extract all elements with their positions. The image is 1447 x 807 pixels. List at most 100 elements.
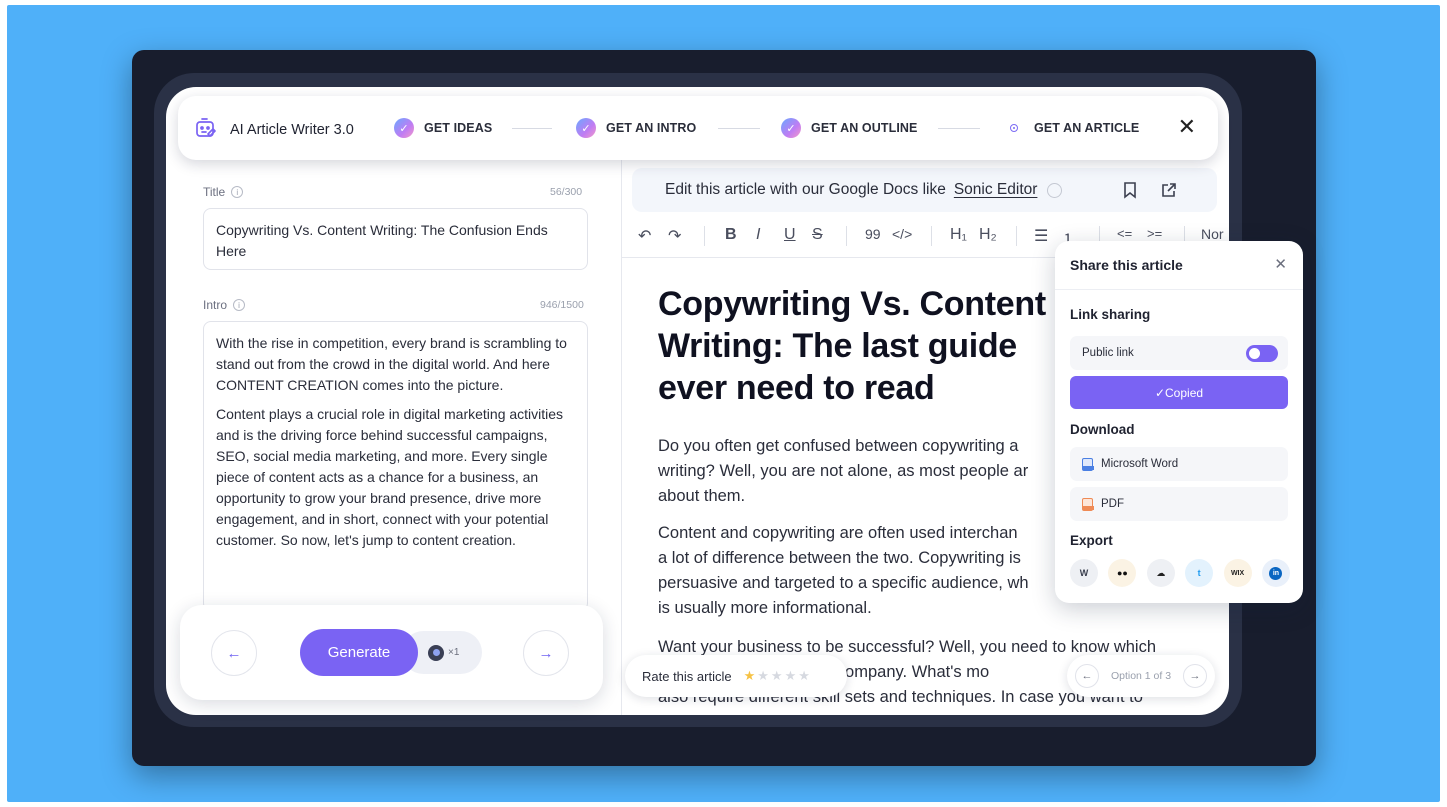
step-label: GET AN INTRO [606,121,697,135]
link-sharing-heading: Link sharing [1070,307,1151,322]
pdf-label: PDF [1101,498,1124,510]
ghost-icon[interactable]: ☁ [1146,559,1175,587]
title-label-text: Title [203,185,226,199]
italic-icon[interactable]: I [756,226,760,244]
generate-button[interactable]: Generate [300,629,418,676]
external-link-icon[interactable] [1160,181,1178,204]
bullet-list-icon[interactable]: ☰ [1034,226,1048,246]
heading-1-icon[interactable]: H₁ [950,226,967,244]
star-icon[interactable]: ★ [785,668,797,684]
star-icon[interactable]: ★ [798,668,810,684]
undo-icon[interactable]: ↶ [638,226,651,246]
public-link-label: Public link [1082,347,1134,359]
linkedin-icon[interactable]: in [1261,559,1290,587]
close-icon[interactable]: ✕ [1178,114,1196,140]
check-icon: ✓ [781,118,801,138]
toolbar-separator [846,226,847,246]
info-icon[interactable] [1047,182,1063,198]
text-style-dropdown[interactable]: Nor [1201,226,1224,242]
title-value: Copywriting Vs. Content Writing: The Con… [216,222,548,259]
panel-divider [621,160,622,715]
rate-label: Rate this article [642,668,732,684]
banner-text: Edit this article with our Google Docs l… [665,181,946,198]
pdf-file-icon [1082,497,1094,511]
check-icon: ✓ [576,118,596,138]
intro-label-text: Intro [203,298,228,312]
close-icon[interactable]: ✕ [1274,255,1287,273]
wix-icon[interactable]: WIX [1223,559,1252,587]
next-option-button[interactable]: → [1183,664,1207,688]
intro-paragraph: With the rise in competition, every bran… [216,335,567,393]
star-icon[interactable]: ★ [757,668,769,684]
sonic-editor-link[interactable]: Sonic Editor [954,181,1038,199]
star-rating[interactable]: ★ ★ ★ ★ ★ [744,668,810,684]
step-label: GET AN OUTLINE [811,121,918,135]
next-button[interactable]: → [523,630,569,676]
intro-count: 946/1500 [540,299,584,311]
info-icon[interactable]: i [231,186,244,198]
bookmark-icon[interactable] [1122,181,1138,204]
outdent-icon[interactable]: <= [1117,226,1132,241]
share-panel: Share this article ✕ Link sharing Public… [1055,241,1303,603]
public-link-toggle[interactable] [1246,345,1278,362]
step-label: GET AN ARTICLE [1034,121,1140,135]
info-icon[interactable]: i [233,299,246,311]
title-field[interactable]: Copywriting Vs. Content Writing: The Con… [203,208,588,270]
heading-2-icon[interactable]: H₂ [979,226,997,244]
toolbar-separator [931,226,932,246]
download-heading: Download [1070,422,1135,437]
download-pdf-button[interactable]: PDF [1070,487,1288,521]
export-targets: W ●● ☁ t WIX in [1070,559,1290,587]
step-get-an-intro[interactable]: ✓ GET AN INTRO [576,118,696,138]
step-label: GET IDEAS [424,121,493,135]
intro-field[interactable]: With the rise in competition, every bran… [203,321,588,611]
toolbar-separator [704,226,705,246]
step-connector [938,128,980,129]
step-connector [718,128,760,129]
previous-button[interactable]: ← [211,630,257,676]
credit-count: ×1 [448,647,460,658]
article-title[interactable]: Copywriting Vs. Content Writing: The las… [658,283,1078,409]
medium-icon[interactable]: ●● [1108,559,1137,587]
brand: AI Article Writer 3.0 [194,116,354,144]
previous-option-button[interactable]: ← [1075,664,1099,688]
arrow-left-icon: ← [226,644,242,662]
public-link-row: Public link [1070,336,1288,370]
title-count: 56/300 [550,186,583,198]
code-icon[interactable]: </> [892,226,912,242]
bold-icon[interactable]: B [725,226,737,244]
export-heading: Export [1070,533,1113,548]
wordpress-icon[interactable]: W [1070,559,1098,587]
intro-label: Intro i [203,298,246,312]
copy-link-button[interactable]: ✓Copied [1070,376,1288,409]
indent-icon[interactable]: >= [1147,226,1162,241]
step-connector [512,128,552,129]
step-get-an-article[interactable]: GET AN ARTICLE [1004,118,1139,138]
underline-icon[interactable]: U [784,226,796,244]
current-step-icon [1004,118,1024,138]
quote-icon[interactable]: 99 [865,226,881,242]
rate-article-pill: Rate this article ★ ★ ★ ★ ★ [625,655,847,697]
coin-icon [428,644,444,661]
arrow-right-icon: → [538,644,554,662]
redo-icon[interactable]: ↷ [668,226,681,246]
generate-bar: ← Generate ×1 → [180,605,603,700]
title-label: Title i [203,185,244,199]
word-file-icon [1082,457,1094,471]
strikethrough-icon[interactable]: S [812,226,823,244]
word-label: Microsoft Word [1101,458,1179,470]
option-switcher: ← Option 1 of 3 → [1067,655,1215,697]
step-get-ideas[interactable]: ✓ GET IDEAS [394,118,492,138]
star-icon[interactable]: ★ [744,668,756,684]
option-label: Option 1 of 3 [1110,670,1172,682]
twitter-icon[interactable]: t [1185,559,1214,587]
intro-paragraph: Content plays a crucial role in digital … [216,406,564,548]
divider [1055,289,1303,290]
check-icon: ✓ [394,118,414,138]
star-icon[interactable]: ★ [771,668,783,684]
app-title: AI Article Writer 3.0 [230,122,354,138]
step-get-an-outline[interactable]: ✓ GET AN OUTLINE [781,118,918,138]
share-title: Share this article [1070,257,1183,273]
stepper-bar: AI Article Writer 3.0 ✓ GET IDEAS ✓ GET … [178,96,1218,160]
download-word-button[interactable]: Microsoft Word [1070,447,1288,481]
